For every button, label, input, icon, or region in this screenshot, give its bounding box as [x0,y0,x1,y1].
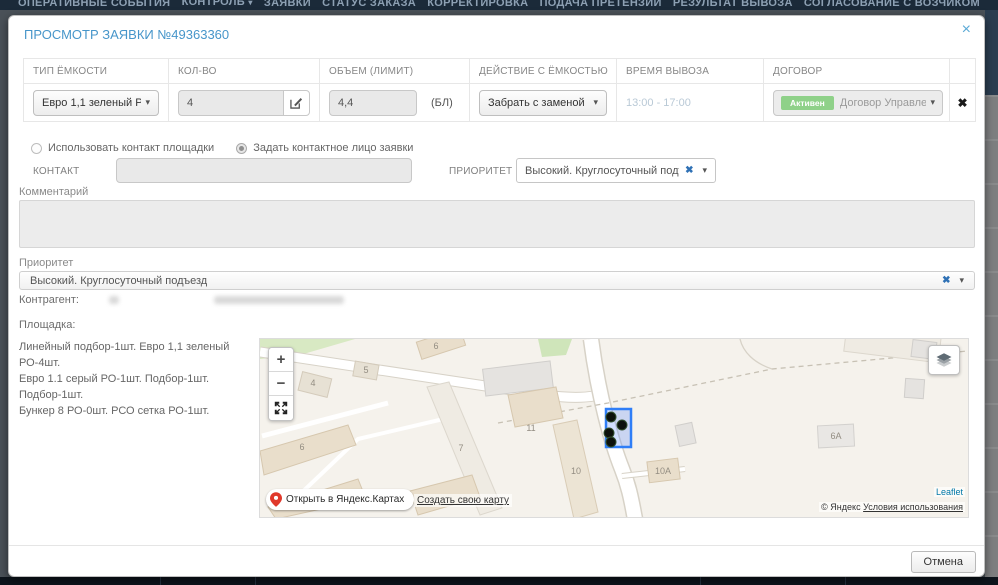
radio-selected-icon [236,143,247,154]
chevron-down-icon: ▾ [593,97,598,108]
volume-unit-label: (БЛ) [431,97,453,109]
quantity-input[interactable] [178,90,283,116]
map-building-label: 4 [310,378,315,388]
map-building-label: 10A [655,466,671,476]
close-icon[interactable]: × [962,21,971,39]
radio-set-request-contact[interactable]: Задать контактное лицо заявки [236,142,413,154]
nav-item-control[interactable]: КОНТРОЛЬ ▾ [182,0,253,10]
map-building-label: 7 [458,443,463,453]
nav-item-claims[interactable]: ПОДАЧА ПРЕТЕНЗИЙ [540,0,662,10]
contact-label: КОНТАКТ [33,166,80,177]
chevron-down-icon: ▾ [930,97,935,108]
col-header-quantity: КОЛ-ВО [178,66,217,77]
map-building-label: 11 [526,423,535,433]
comment-textarea[interactable] [19,200,975,248]
contract-select[interactable]: Активен Договор Управлен ▾ [773,90,943,116]
contact-radio-group: Использовать контакт площадки Задать кон… [31,142,413,154]
zoom-in-button[interactable]: + [269,348,293,372]
radio-icon [31,143,42,154]
chevron-down-icon: ▾ [959,275,964,286]
view-request-modal: ПРОСМОТР ЗАЯВКИ №49363360 × ТИП ЁМКОСТИ … [8,15,985,577]
page-title: ПРОСМОТР ЗАЯВКИ №49363360 [24,27,229,42]
site-map[interactable]: 4 5 6 6 7 11 10 10A 6A + − [259,338,969,518]
edit-icon[interactable] [283,90,310,116]
contact-priority-row: КОНТАКТ ПРИОРИТЕТ Высокий. Круглосуточны… [9,158,984,184]
open-in-yandex-maps-button[interactable]: Открыть в Яндекс.Картах [266,489,414,510]
cancel-button[interactable]: Отмена [911,551,976,573]
remove-row-icon[interactable]: ✖ [957,96,967,110]
contact-input[interactable] [116,158,412,183]
col-header-time: ВРЕМЯ ВЫВОЗА [626,66,709,77]
radio-use-site-contact[interactable]: Использовать контакт площадки [31,142,214,154]
table-row: Евро 1,1 зеленый РО (ТБО) ▾ (БЛ) Забрат [24,84,975,121]
map-layers-button[interactable] [928,345,960,375]
map-building-label: 10 [571,466,581,476]
container-type-select[interactable]: Евро 1,1 зеленый РО (ТБО) ▾ [33,90,159,116]
summary-line: Линейный подбор-1шт. Евро 1,1 зеленый РО… [19,339,254,371]
nav-item-requests[interactable]: ЗАЯВКИ [264,0,311,10]
fullscreen-button[interactable] [269,396,293,420]
chevron-down-icon: ▾ [145,97,150,108]
layers-icon [935,352,953,368]
top-navbar: ОПЕРАТИВНЫЕ СОБЫТИЯ КОНТРОЛЬ ▾ ЗАЯВКИ СТ… [0,0,998,10]
create-own-map-link[interactable]: Создать свою карту [414,494,512,507]
comment-label: Комментарий [19,186,88,198]
map-pin-icon [270,492,282,507]
priority-select[interactable]: Высокий. Круглосуточный подъезд ✖ ▾ [516,158,716,183]
page-behind-right [985,0,998,585]
table-header-row: ТИП ЁМКОСТИ КОЛ-ВО ОБЪЕМ (ЛИМИТ) ДЕЙСТВИ… [24,59,975,84]
map-copyright: © Яндекс Условия использования [819,502,965,512]
map-building-label: 6 [433,341,438,351]
priority-label: ПРИОРИТЕТ [449,166,512,177]
terms-of-use-link[interactable]: Условия использования [863,502,963,512]
redacted-value [214,296,344,304]
col-header-action: ДЕЙСТВИЕ С ЁМКОСТЬЮ [479,66,608,77]
summary-line: Евро 1.1 серый РО-1шт. Подбор-1шт. Подбо… [19,371,254,403]
nav-item-correction[interactable]: КОРРЕКТИРОВКА [427,0,528,10]
counterparty-label: Контрагент: [19,294,79,306]
map-building-label: 5 [363,365,368,375]
containers-table: ТИП ЁМКОСТИ КОЛ-ВО ОБЪЕМ (ЛИМИТ) ДЕЙСТВИ… [23,58,976,122]
removal-time-value: 13:00 - 17:00 [626,97,691,109]
fullscreen-icon [274,401,288,415]
site-label: Площадка: [19,319,75,331]
map-building-label: 6A [830,431,841,441]
leaflet-attribution-link[interactable]: Leaflet [934,487,965,497]
priority-section-label: Приоритет [19,257,73,269]
nav-item-order-status[interactable]: СТАТУС ЗАКАЗА [322,0,416,10]
zoom-out-button[interactable]: − [269,372,293,396]
col-header-contract: ДОГОВОР [773,66,822,77]
nav-item-operational-events[interactable]: ОПЕРАТИВНЫЕ СОБЫТИЯ [18,0,170,10]
nav-item-carrier-approval[interactable]: СОГЛАСОВАНИЕ С ВОЗЧИКОМ [804,0,980,10]
redacted-value [109,296,119,304]
map-zoom-control: + − [268,347,294,421]
nav-item-removal-result[interactable]: РЕЗУЛЬТАТ ВЫВОЗА [673,0,793,10]
chevron-down-icon: ▾ [702,165,707,176]
map-building-label: 6 [299,442,304,452]
volume-input[interactable] [329,90,417,116]
site-containers-summary: Линейный подбор-1шт. Евро 1,1 зеленый РО… [19,339,254,419]
priority-wide-select[interactable]: Высокий. Круглосуточный подъезд ✖ ▾ [19,271,975,290]
summary-line: Бункер 8 РО-0шт. РСО сетка РО-1шт. [19,403,254,419]
col-header-container-type: ТИП ЁМКОСТИ [33,66,107,77]
status-badge: Активен [781,96,834,110]
clear-icon[interactable]: ✖ [685,165,693,176]
page-behind-bottom [0,577,998,585]
chevron-down-icon: ▾ [248,0,252,7]
clear-icon[interactable]: ✖ [942,275,950,286]
col-header-volume: ОБЪЕМ (ЛИМИТ) [329,66,413,77]
modal-footer: Отмена [9,545,984,576]
container-action-select[interactable]: Забрать с заменой ▾ [479,90,607,116]
